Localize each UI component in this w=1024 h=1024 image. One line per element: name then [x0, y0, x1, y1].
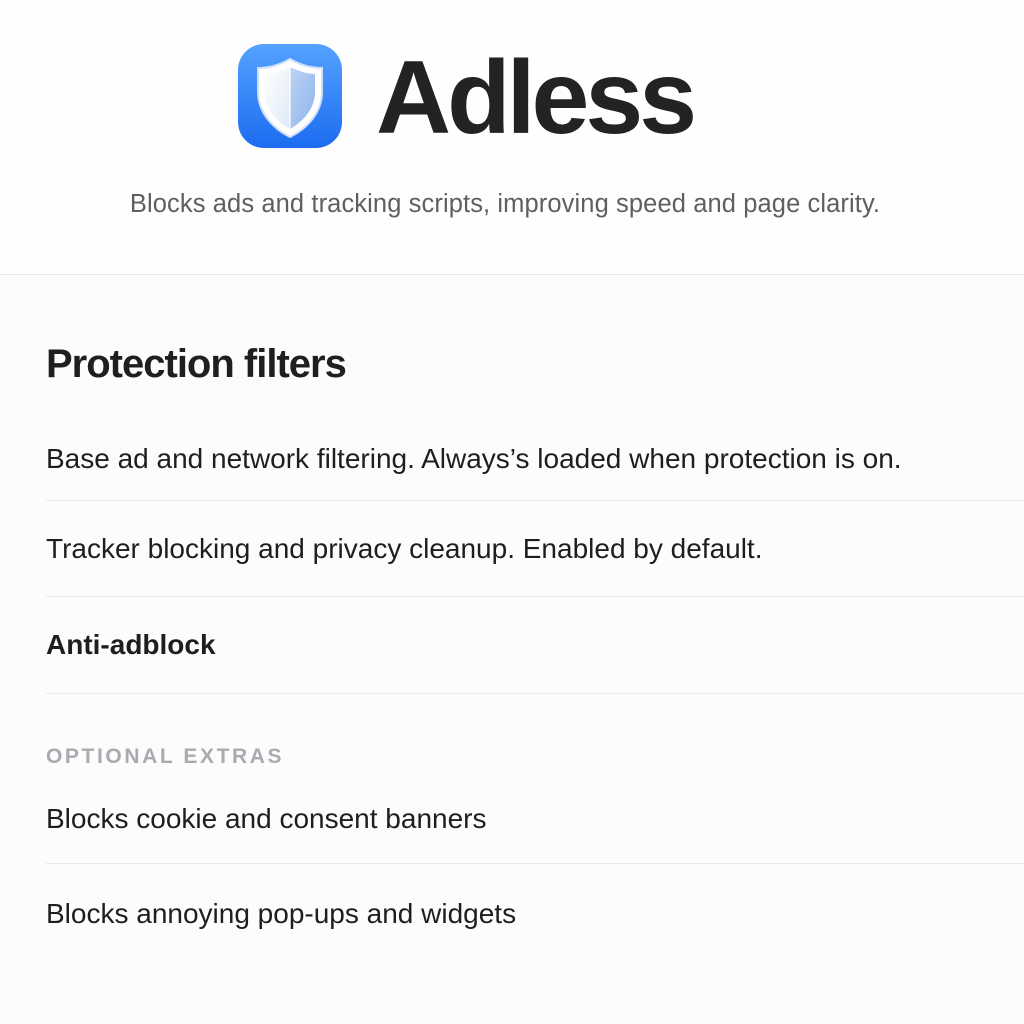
- brand: Adless: [236, 40, 697, 156]
- shield-icon: [238, 44, 342, 148]
- filter-row-label: Base ad and network filtering. Always’s …: [46, 442, 902, 474]
- filter-row-base[interactable]: Base ad and network filtering. Always’s …: [46, 417, 1024, 501]
- extra-row-label: Blocks cookie and consent banners: [46, 803, 487, 834]
- adless-settings-page: Adless Blocks ads and tracking scripts, …: [0, 0, 1024, 1024]
- extra-row-popups[interactable]: Blocks annoying pop-ups and widgets: [46, 864, 1024, 964]
- extra-row-label: Blocks annoying pop-ups and widgets: [46, 898, 517, 929]
- filter-row-label: Anti-adblock: [46, 629, 216, 660]
- group-header-optional-extras: OPTIONAL EXTRAS: [46, 745, 285, 768]
- filter-row-label: Tracker blocking and privacy cleanup. En…: [46, 532, 763, 564]
- filter-row-tracker[interactable]: Tracker blocking and privacy cleanup. En…: [46, 501, 1024, 597]
- section-title-protection-filters: Protection filters: [46, 342, 347, 386]
- app-header: Adless Blocks ads and tracking scripts, …: [0, 0, 1024, 275]
- app-name: Adless: [376, 40, 697, 156]
- filter-row-anti-adblock[interactable]: Anti-adblock: [46, 597, 1024, 694]
- app-tagline: Blocks ads and tracking scripts, improvi…: [129, 190, 881, 218]
- extra-row-cookie-banners[interactable]: Blocks cookie and consent banners: [46, 775, 1024, 864]
